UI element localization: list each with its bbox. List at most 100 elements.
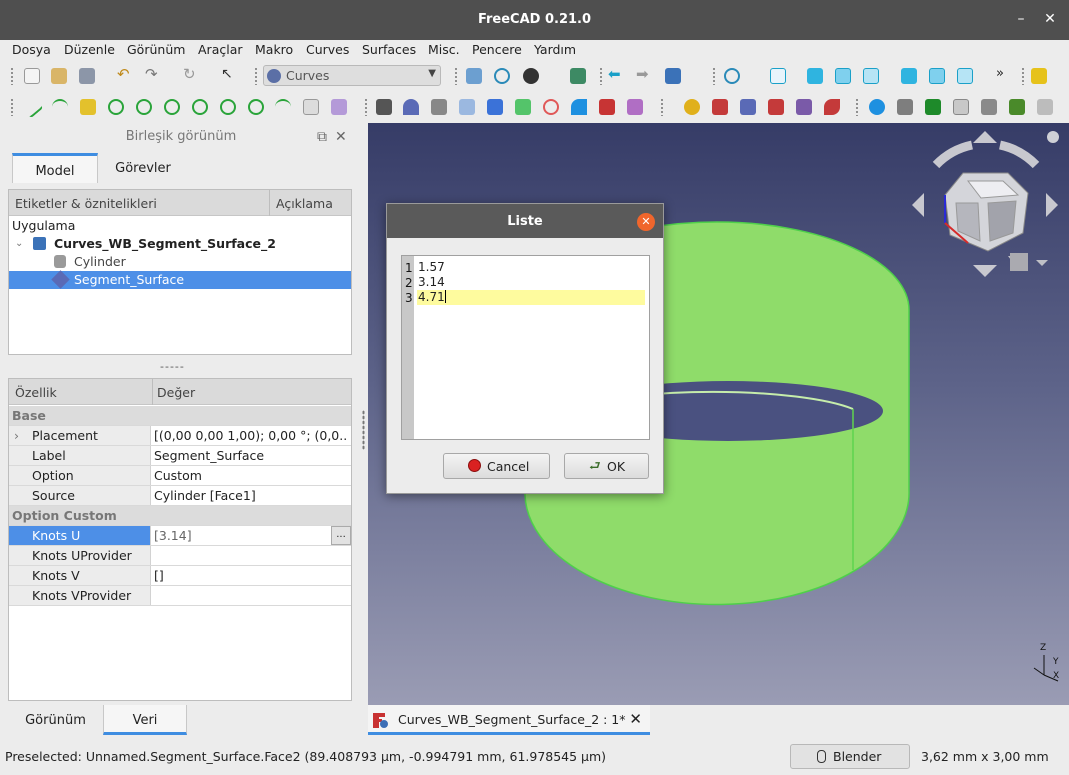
split-curve-icon[interactable] (248, 99, 264, 115)
navigation-cube[interactable] (912, 131, 1059, 277)
redo-icon[interactable]: ↷ (145, 65, 161, 83)
surface-grid-icon[interactable] (376, 99, 392, 115)
isometric-view-icon[interactable] (770, 68, 786, 84)
menu-yardim[interactable]: Yardım (534, 42, 576, 57)
hooks-icon[interactable] (796, 99, 812, 115)
vertical-splitter[interactable] (362, 410, 365, 450)
gordon-surface-icon[interactable] (403, 99, 419, 115)
shell-icon[interactable] (824, 99, 840, 115)
menu-surfaces[interactable]: Surfaces (362, 42, 416, 57)
arc-icon[interactable] (52, 99, 68, 115)
undo-icon[interactable]: ↶ (117, 65, 133, 83)
property-row-knots-u[interactable]: Knots U [3.14] ... (9, 526, 351, 546)
toolbar-grip[interactable] (1021, 67, 1025, 85)
forward-arrow-icon[interactable]: ➡ (636, 65, 652, 83)
toolbar-overflow-icon[interactable]: » (996, 66, 1012, 82)
segment-surface-icon[interactable] (571, 99, 587, 115)
tab-veri[interactable]: Veri (103, 705, 187, 735)
toolbar-grip[interactable] (10, 98, 14, 116)
property-value[interactable]: Cylinder [Face1] (154, 488, 346, 503)
menu-dosya[interactable]: Dosya (12, 42, 51, 57)
panel-splitter[interactable]: ----- (160, 360, 185, 373)
list-line[interactable]: 3.14 (417, 275, 645, 290)
grey-cube-icon[interactable] (897, 99, 913, 115)
interpolate-icon[interactable] (136, 99, 152, 115)
toolbar-grip[interactable] (712, 67, 716, 85)
list-line[interactable]: 1.57 (417, 260, 645, 275)
zoom-icon[interactable] (724, 68, 740, 84)
info-icon[interactable] (869, 99, 885, 115)
blend-curve-icon[interactable] (108, 99, 124, 115)
menu-curves[interactable]: Curves (306, 42, 349, 57)
map-on-face-icon[interactable] (768, 99, 784, 115)
blend-surface-icon[interactable] (487, 99, 503, 115)
property-row-knots-v[interactable]: Knots V [] (9, 566, 351, 586)
fit-all-icon[interactable] (466, 68, 482, 84)
join-curve-icon[interactable] (220, 99, 236, 115)
part-icon[interactable] (1031, 68, 1047, 84)
right-view-icon[interactable] (863, 68, 879, 84)
tree-header-labels[interactable]: Etiketler & öznitelikleri (15, 196, 157, 211)
sweep-icon[interactable] (431, 99, 447, 115)
save-icon[interactable] (79, 68, 95, 84)
top-view-icon[interactable] (835, 68, 851, 84)
line-icon[interactable] (20, 95, 44, 119)
rear-view-icon[interactable] (901, 68, 917, 84)
discretize-icon[interactable] (192, 99, 208, 115)
menu-duzenle[interactable]: Düzenle (64, 42, 115, 57)
trim-face-icon[interactable] (543, 99, 559, 115)
property-row-knots-vprovider[interactable]: Knots VProvider (9, 586, 351, 606)
toolbar-grip[interactable] (254, 67, 258, 85)
front-view-icon[interactable] (807, 68, 823, 84)
tree-item-cylinder[interactable]: Cylinder (9, 253, 351, 271)
menu-makro[interactable]: Makro (255, 42, 293, 57)
left-view-icon[interactable] (957, 68, 973, 84)
tab-model[interactable]: Model (12, 153, 98, 183)
face-map-icon[interactable] (740, 99, 756, 115)
property-row-option[interactable]: Option Custom (9, 466, 351, 486)
tree-item-document[interactable]: ⌄ Curves_WB_Segment_Surface_2 (9, 235, 351, 253)
zoom-selection-icon[interactable] (494, 68, 510, 84)
back-arrow-icon[interactable]: ⬅ (608, 65, 624, 83)
tree-item-app[interactable]: Uygulama (9, 217, 351, 235)
toolbar-grip[interactable] (855, 98, 859, 116)
approximate-icon[interactable] (164, 99, 180, 115)
cancel-button[interactable]: Cancel (443, 453, 550, 479)
list-line-current[interactable]: 4.71 (417, 290, 645, 305)
stairs-tool-icon[interactable] (1037, 99, 1053, 115)
toolbar-grip[interactable] (599, 67, 603, 85)
expand-arrow-icon[interactable]: ⌄ (15, 238, 23, 249)
property-value[interactable]: Segment_Surface (154, 448, 346, 463)
tab-gorunum[interactable]: Görünüm (0, 705, 111, 735)
property-header-value[interactable]: Değer (157, 385, 195, 400)
menu-gorunum[interactable]: Görünüm (127, 42, 185, 57)
sphere-icon[interactable] (684, 99, 700, 115)
close-panel-icon[interactable]: ✕ (335, 129, 347, 145)
list-editor[interactable]: 1 2 3 1.57 3.14 4.71 (401, 255, 650, 440)
solid-icon[interactable] (712, 99, 728, 115)
property-header-name[interactable]: Özellik (15, 385, 57, 400)
expand-arrow-icon[interactable]: › (14, 428, 19, 443)
grid-tool-icon[interactable] (1009, 99, 1025, 115)
new-document-icon[interactable] (24, 68, 40, 84)
green-cube-icon[interactable] (925, 99, 941, 115)
property-value[interactable]: Custom (154, 468, 346, 483)
ruled-surface-icon[interactable] (515, 99, 531, 115)
property-row-label[interactable]: Label Segment_Surface (9, 446, 351, 466)
flatten-icon[interactable] (599, 99, 615, 115)
toolbar-grip[interactable] (660, 98, 664, 116)
std-views-icon[interactable] (665, 68, 681, 84)
property-value[interactable]: [] (154, 568, 346, 583)
menu-misc[interactable]: Misc. (428, 42, 460, 57)
comb-icon[interactable] (275, 99, 291, 115)
tree-header-description[interactable]: Açıklama (276, 196, 333, 211)
edit-curve-icon[interactable] (80, 99, 96, 115)
menu-araclar[interactable]: Araçlar (198, 42, 243, 57)
bounding-box-icon[interactable] (570, 68, 586, 84)
property-value[interactable]: [(0,00 0,00 1,00); 0,00 °; (0,0... (154, 428, 346, 443)
draw-style-icon[interactable] (523, 68, 539, 84)
open-folder-icon[interactable] (51, 68, 67, 84)
close-window-button[interactable]: ✕ (1041, 10, 1059, 28)
tab-gorevler[interactable]: Görevler (100, 153, 186, 183)
curvature-icon[interactable] (303, 99, 319, 115)
